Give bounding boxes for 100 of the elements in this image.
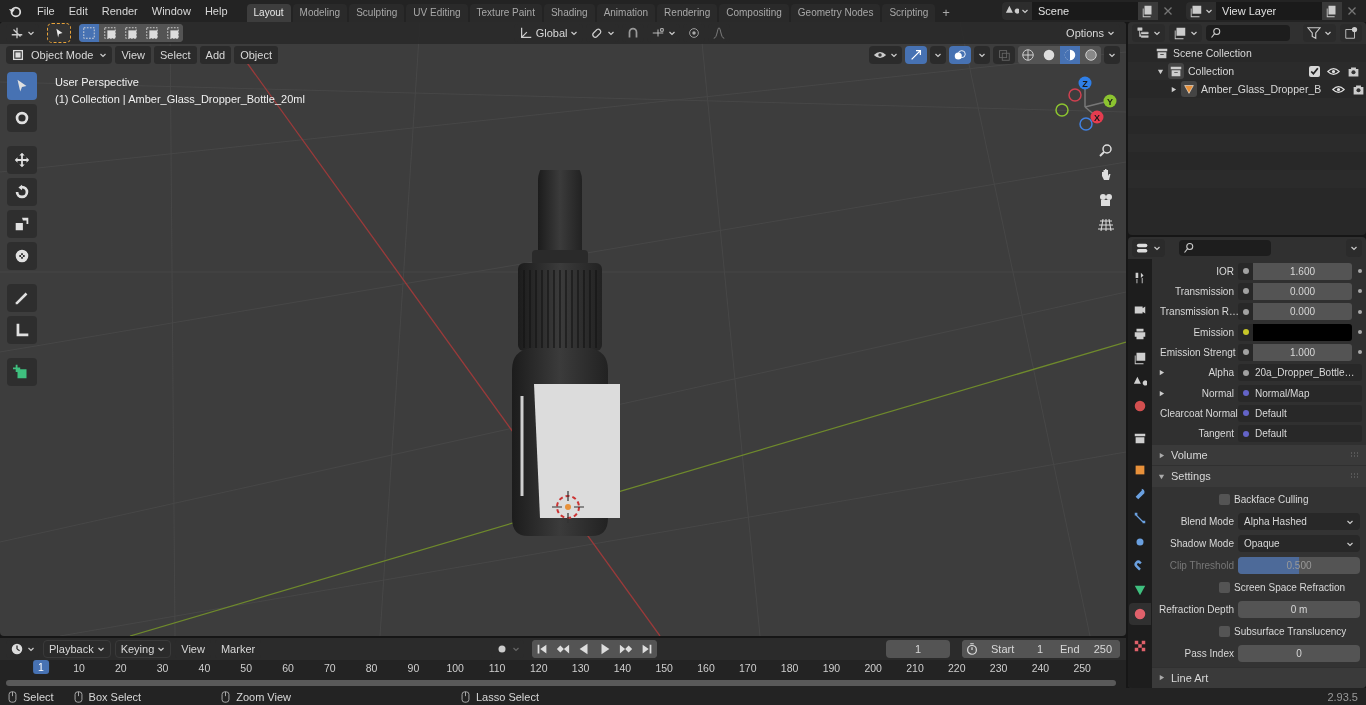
display-mode-button[interactable] — [1132, 24, 1165, 42]
outliner-item[interactable]: Collection — [1188, 65, 1235, 77]
keyframe-dot-icon[interactable] — [1358, 269, 1362, 274]
copy-icon[interactable] — [1138, 2, 1158, 20]
current-frame-field[interactable]: 1 — [886, 640, 950, 658]
new-collection-button[interactable] — [1340, 24, 1362, 42]
keyframe-dot-icon[interactable] — [1358, 330, 1362, 335]
checkbox[interactable] — [1219, 626, 1230, 638]
mode-dropdown[interactable]: Object Mode — [6, 46, 113, 64]
camera-icon[interactable] — [1347, 64, 1360, 78]
expand-triangle-icon[interactable] — [1158, 369, 1165, 377]
editor-type-button[interactable] — [1132, 239, 1165, 257]
view-layer-selector-button[interactable] — [1186, 2, 1216, 20]
checkbox-label[interactable]: Backface Culling — [1234, 494, 1309, 506]
menu-item[interactable]: Render — [94, 5, 145, 17]
keyframe-dot-icon[interactable] — [1358, 309, 1362, 314]
workspace-tab[interactable]: Animation — [596, 4, 656, 22]
workspace-tab[interactable]: Modeling — [292, 4, 348, 22]
viewport-menu[interactable]: Object — [234, 46, 278, 64]
tool-button[interactable] — [7, 210, 37, 238]
checkbox-label[interactable]: Screen Space Refraction — [1234, 582, 1346, 594]
checkbox[interactable] — [1219, 494, 1230, 506]
workspace-tab[interactable]: Shading — [543, 4, 595, 22]
expanded-triangle-icon[interactable] — [1157, 67, 1164, 75]
outliner-item[interactable]: Amber_Glass_Dropper_B — [1201, 83, 1322, 95]
shading-dropdown-button[interactable] — [1104, 46, 1120, 64]
keyframe-dot-icon[interactable] — [1358, 289, 1362, 294]
add-workspace-button[interactable]: + — [937, 4, 955, 22]
tool-button[interactable] — [7, 146, 37, 174]
checkbox[interactable] — [1219, 582, 1230, 594]
selection-mode-button[interactable] — [79, 24, 99, 42]
scene-selector-button[interactable] — [1002, 2, 1032, 20]
menu-item[interactable]: File — [30, 5, 62, 17]
workspace-tab[interactable]: Layout — [246, 4, 291, 22]
tool-button[interactable] — [7, 242, 37, 270]
grid-icon[interactable] — [1098, 217, 1114, 233]
number-field[interactable]: 0 — [1238, 645, 1360, 663]
overlay-toggle-button[interactable] — [949, 46, 971, 64]
frame-number[interactable]: 1 — [33, 660, 49, 674]
tool-button[interactable] — [7, 284, 37, 312]
menu-item[interactable]: Edit — [61, 5, 95, 17]
socket-button[interactable] — [1238, 262, 1253, 280]
expand-triangle-icon[interactable] — [1158, 472, 1165, 480]
material-shading-button[interactable] — [1060, 46, 1080, 64]
tool-button[interactable] — [7, 178, 37, 206]
socket-button[interactable] — [1238, 283, 1253, 300]
linked-input-field[interactable]: 20a_Dropper_Bottle… — [1253, 364, 1362, 382]
panel-title[interactable]: Volume — [1171, 449, 1208, 462]
color-swatch[interactable] — [1253, 323, 1352, 341]
menu-item[interactable]: Help — [197, 5, 235, 17]
linked-input-field[interactable]: Default — [1253, 425, 1362, 443]
panel-title[interactable]: Settings — [1171, 470, 1211, 483]
overlay-dropdown-button[interactable] — [974, 46, 990, 64]
socket-button[interactable] — [1238, 323, 1253, 341]
blender-logo-icon[interactable] — [8, 4, 22, 18]
viewport-menu[interactable]: View — [115, 46, 152, 64]
select-tool-button[interactable] — [48, 24, 70, 42]
camera-icon[interactable] — [1352, 82, 1366, 96]
keyframe-dot-icon[interactable] — [1358, 350, 1362, 355]
exclude-checkbox[interactable] — [1309, 65, 1320, 77]
expand-triangle-icon[interactable] — [1158, 389, 1165, 397]
linked-input-field[interactable]: Normal/Map — [1253, 384, 1362, 402]
viewport-menu[interactable]: Select — [154, 46, 197, 64]
number-field[interactable]: 0.000 — [1253, 303, 1352, 321]
copy-icon[interactable] — [1322, 2, 1342, 20]
socket-button[interactable] — [1238, 364, 1253, 382]
search-field[interactable] — [1179, 240, 1271, 256]
tool-button[interactable] — [7, 316, 37, 344]
viewport-menu[interactable]: Add — [199, 46, 232, 64]
workspace-tab[interactable]: Compositing — [719, 4, 789, 22]
search-field[interactable] — [1206, 25, 1290, 41]
number-field[interactable]: 1.600 — [1253, 262, 1352, 280]
dropdown[interactable]: Alpha Hashed — [1238, 513, 1360, 531]
camera-icon[interactable] — [1098, 192, 1114, 208]
socket-button[interactable] — [1238, 303, 1253, 321]
workspace-tab[interactable]: Geometry Nodes — [790, 4, 881, 22]
drag-handle-icon[interactable] — [1350, 452, 1360, 459]
filter-button[interactable] — [1303, 24, 1336, 42]
checkbox-label[interactable]: Subsurface Translucency — [1234, 626, 1347, 638]
gizmo-toggle-button[interactable] — [905, 46, 927, 64]
timeline-scrollbar[interactable] — [6, 680, 1116, 686]
timeline-dropdown[interactable]: Playback — [43, 640, 111, 658]
collapsed-triangle-icon[interactable] — [1170, 85, 1177, 93]
axis-gizmo[interactable]: Z Y X — [1052, 74, 1122, 144]
menu-item[interactable]: Window — [144, 5, 198, 17]
tool-button[interactable] — [7, 72, 37, 100]
visibility-button[interactable] — [869, 46, 902, 64]
workspace-tab[interactable]: Scripting — [882, 4, 936, 22]
number-field[interactable]: 0.000 — [1253, 283, 1352, 300]
expand-triangle-icon[interactable] — [1158, 674, 1165, 682]
linked-input-field[interactable]: Default — [1253, 404, 1362, 422]
zoom-icon[interactable] — [1098, 142, 1114, 158]
workspace-tab[interactable]: UV Editing — [406, 4, 468, 22]
workspace-tab[interactable]: Rendering — [657, 4, 718, 22]
outliner-item[interactable]: Scene Collection — [1173, 47, 1252, 59]
workspace-tab[interactable]: Texture Paint — [469, 4, 542, 22]
expand-triangle-icon[interactable] — [1158, 451, 1165, 459]
tool-button[interactable] — [7, 104, 37, 132]
timeline-dropdown[interactable]: Keying — [114, 640, 172, 658]
view-layer-filter-button[interactable] — [1169, 24, 1202, 42]
